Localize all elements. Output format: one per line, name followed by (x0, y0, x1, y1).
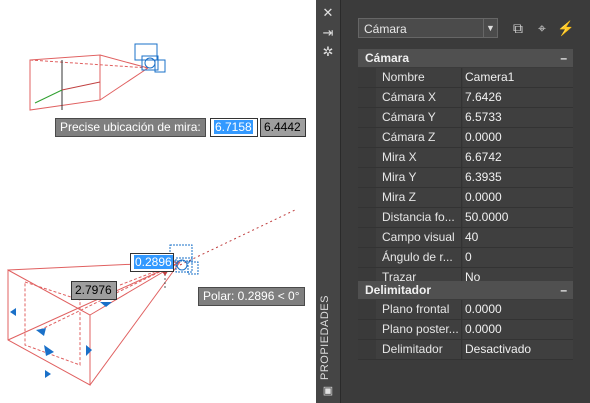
property-value[interactable]: 0.0000 (463, 320, 573, 339)
property-value[interactable]: 0.0000 (463, 188, 573, 207)
toggle-pickadd-icon[interactable]: ⧉ (508, 18, 528, 38)
property-label: Campo visual (376, 228, 462, 247)
category-clipping[interactable]: Delimitador – (358, 281, 573, 299)
chevron-down-icon[interactable]: ▼ (483, 19, 497, 37)
property-value[interactable]: 6.6742 (463, 148, 573, 167)
property-value[interactable]: 6.3935 (463, 168, 573, 187)
dim-input-1[interactable]: 0.2896 (130, 253, 174, 272)
collapse-icon[interactable]: – (560, 49, 567, 67)
palette-title-text: PROPIEDADES (319, 295, 331, 380)
upper-camera-view (29, 43, 166, 111)
property-value[interactable]: 6.5733 (463, 108, 573, 127)
row-gutter (358, 88, 376, 107)
property-value[interactable]: 40 (463, 228, 573, 247)
row-gutter (358, 228, 376, 247)
object-type-select[interactable]: Cámara ▼ (358, 18, 498, 38)
property-value[interactable]: 7.6426 (463, 88, 573, 107)
palette-vertical-title: PROPIEDADES (319, 295, 337, 380)
row-gutter (358, 340, 376, 359)
row-gutter (358, 300, 376, 319)
dim-value-1: 0.2896 (134, 255, 173, 269)
row-gutter (358, 148, 376, 167)
property-row[interactable]: Cámara Z 0.0000 (358, 128, 573, 148)
quick-select-icon[interactable]: ⚡ (556, 18, 576, 38)
row-gutter (358, 208, 376, 227)
property-value[interactable]: 0.0000 (463, 300, 573, 319)
property-value[interactable]: 0.0000 (463, 128, 573, 147)
category-title: Cámara (365, 51, 410, 65)
gear-icon[interactable]: ✲ (320, 44, 336, 60)
row-gutter (358, 188, 376, 207)
row-gutter (358, 108, 376, 127)
target-x-value: 6.7158 (214, 120, 253, 134)
row-gutter (358, 320, 376, 339)
property-label: Plano frontal (376, 300, 462, 319)
autohide-icon[interactable]: ⇥ (320, 25, 336, 41)
property-label: Cámara Y (376, 108, 462, 127)
property-label: Mira X (376, 148, 462, 167)
property-label: Mira Y (376, 168, 462, 187)
property-value[interactable]: 50.0000 (463, 208, 573, 227)
row-gutter (358, 168, 376, 187)
camera-properties: Nombre Camera1 Cámara X 7.6426 Cámara Y 6.573… (358, 68, 573, 288)
polar-tooltip: Polar: 0.2896 < 0° (198, 287, 305, 306)
property-value[interactable]: Desactivado (463, 340, 573, 359)
property-label: Delimitador (376, 340, 462, 359)
close-icon[interactable]: ✕ (320, 5, 336, 21)
property-row[interactable]: Cámara X 7.6426 (358, 88, 573, 108)
target-location-prompt: Precise ubicación de mira: (55, 118, 206, 137)
row-gutter (358, 248, 376, 267)
property-row[interactable]: Mira Z 0.0000 (358, 188, 573, 208)
collapse-icon[interactable]: – (560, 281, 567, 299)
drawing-canvas[interactable] (0, 0, 316, 403)
palette-menu-icon[interactable]: ▣ (320, 383, 336, 399)
target-x-input[interactable]: 6.7158 (210, 118, 258, 137)
property-row[interactable]: Plano frontal 0.0000 (358, 300, 573, 320)
category-title: Delimitador (365, 283, 432, 297)
property-row[interactable]: Plano poster... 0.0000 (358, 320, 573, 340)
camera-glyph-upper[interactable] (134, 43, 166, 73)
row-gutter (358, 68, 376, 87)
property-row[interactable]: Distancia fo... 50.0000 (358, 208, 573, 228)
property-label: Plano poster... (376, 320, 462, 339)
palette-toolbar: Cámara ▼ ⧉ ⌖ ⚡ (358, 18, 588, 40)
property-row[interactable]: Mira Y 6.3935 (358, 168, 573, 188)
select-objects-icon[interactable]: ⌖ (532, 18, 552, 38)
property-label: Nombre (376, 68, 462, 87)
object-type-value: Cámara (364, 22, 407, 36)
property-value[interactable]: 0 (463, 248, 573, 267)
prompt-label: Precise ubicación de mira: (60, 120, 201, 134)
property-row[interactable]: Cámara Y 6.5733 (358, 108, 573, 128)
property-row[interactable]: Mira X 6.6742 (358, 148, 573, 168)
property-row[interactable]: Ángulo de r... 0 (358, 248, 573, 268)
row-gutter (358, 128, 376, 147)
clipping-properties: Plano frontal 0.0000 Plano poster... 0.0000… (358, 300, 573, 360)
property-row[interactable]: Campo visual 40 (358, 228, 573, 248)
property-row[interactable]: Nombre Camera1 (358, 68, 573, 88)
property-label: Ángulo de r... (376, 248, 462, 267)
property-label: Distancia fo... (376, 208, 462, 227)
property-label: Mira Z (376, 188, 462, 207)
property-value[interactable]: Camera1 (463, 68, 573, 87)
property-row[interactable]: Delimitador Desactivado (358, 340, 573, 360)
property-label: Cámara Z (376, 128, 462, 147)
property-label: Cámara X (376, 88, 462, 107)
target-y-input[interactable]: 6.4442 (260, 118, 306, 137)
category-camera[interactable]: Cámara – (358, 49, 573, 67)
dim-input-2[interactable]: 2.7976 (71, 281, 117, 300)
